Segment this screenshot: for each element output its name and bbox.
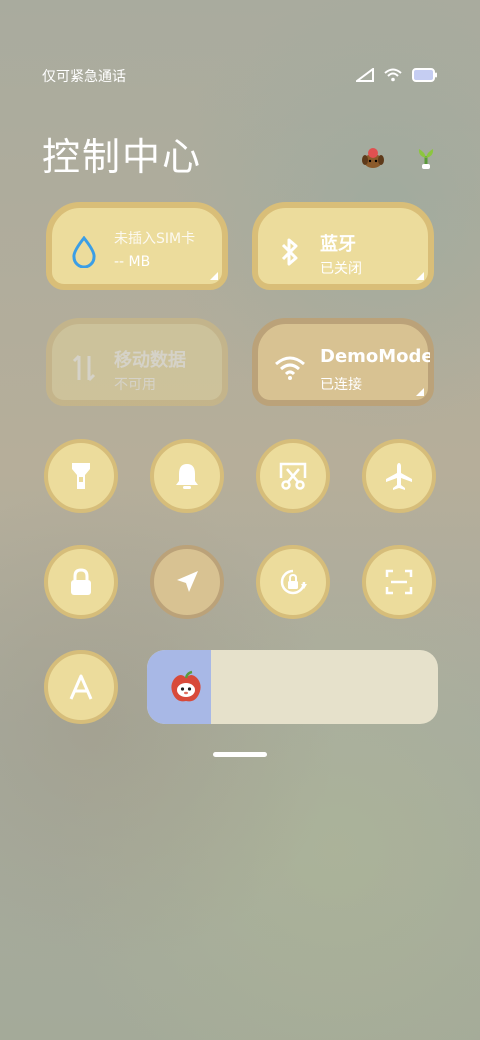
auto-rotate-icon — [280, 569, 307, 595]
tile-wifi[interactable]: DemoMode 已连接 — [252, 318, 434, 406]
corner-indicator-icon — [416, 272, 424, 280]
notification-toggle[interactable] — [150, 439, 224, 513]
brightness-slider[interactable] — [147, 650, 438, 724]
screenshot-toggle[interactable] — [256, 439, 330, 513]
carrier-label: 仅可紧急通话 — [42, 69, 126, 85]
location-toggle[interactable] — [150, 545, 224, 619]
tile-sim-sub: -- MB — [114, 254, 151, 270]
tile-bluetooth-sub: 已关闭 — [320, 261, 362, 277]
airplane-toggle[interactable] — [362, 439, 436, 513]
wifi-icon — [384, 68, 402, 82]
tile-bluetooth-main: 蓝牙 — [320, 234, 356, 255]
data-arrows-icon — [66, 350, 102, 386]
water-drop-icon — [66, 234, 102, 270]
font-toggle[interactable] — [44, 650, 118, 724]
tile-sim-main: 未插入SIM卡 — [114, 231, 196, 247]
auto-rotate-toggle[interactable] — [256, 545, 330, 619]
bluetooth-icon — [272, 234, 308, 270]
page-title: 控制中心 — [42, 135, 203, 179]
flashlight-icon — [72, 463, 90, 489]
tile-mobile-data-main: 移动数据 — [114, 350, 186, 371]
location-icon — [177, 571, 198, 592]
bell-icon — [176, 464, 198, 489]
plant-icon[interactable] — [416, 146, 436, 175]
tile-wifi-main: DemoMode — [320, 346, 430, 367]
apple-face-icon[interactable] — [169, 670, 203, 704]
tile-mobile-data[interactable]: 移动数据 不可用 — [46, 318, 228, 406]
screenshot-icon — [279, 462, 307, 490]
flashlight-toggle[interactable] — [44, 439, 118, 513]
wifi-icon — [272, 350, 308, 386]
lock-toggle[interactable] — [44, 545, 118, 619]
status-bar: 仅可紧急通话 — [42, 66, 438, 86]
scan-toggle[interactable] — [362, 545, 436, 619]
corner-indicator-icon — [210, 272, 218, 280]
home-handle[interactable] — [213, 752, 267, 757]
font-icon — [69, 674, 93, 700]
tile-wifi-sub: 已连接 — [320, 377, 362, 393]
scan-icon — [385, 569, 413, 595]
lock-icon — [71, 568, 91, 595]
tile-sim-data[interactable]: 未插入SIM卡 -- MB — [46, 202, 228, 290]
dog-icon[interactable] — [360, 146, 386, 175]
tile-mobile-data-sub: 不可用 — [114, 377, 156, 393]
cell-signal-icon — [356, 68, 374, 82]
tile-bluetooth[interactable]: 蓝牙 已关闭 — [252, 202, 434, 290]
battery-icon — [412, 68, 437, 82]
airplane-icon — [386, 463, 412, 490]
corner-indicator-icon — [416, 388, 424, 396]
